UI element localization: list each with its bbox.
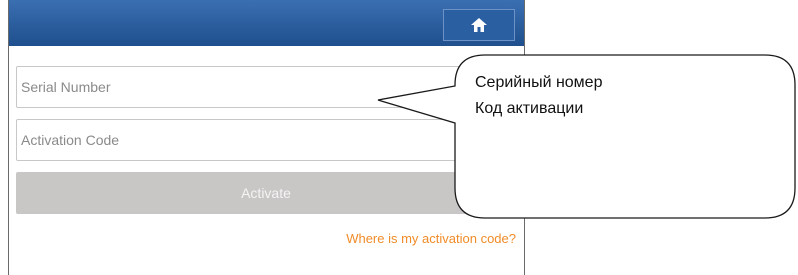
home-button[interactable]	[443, 9, 515, 41]
activation-screen: Activate Where is my activation code?	[8, 0, 525, 275]
home-icon	[471, 18, 487, 32]
serial-number-field[interactable]	[16, 66, 516, 108]
activation-code-field[interactable]	[16, 119, 516, 161]
callout-text: Серийный номер Код активации	[475, 70, 602, 122]
callout-line-serial: Серийный номер	[475, 74, 603, 91]
serial-number-input[interactable]	[17, 67, 515, 107]
top-bar	[9, 0, 524, 46]
callout-line-activation: Код активации	[475, 100, 584, 117]
activate-button[interactable]: Activate	[16, 172, 516, 214]
activation-code-input[interactable]	[17, 120, 515, 160]
activation-code-help-link[interactable]: Where is my activation code?	[346, 231, 516, 246]
